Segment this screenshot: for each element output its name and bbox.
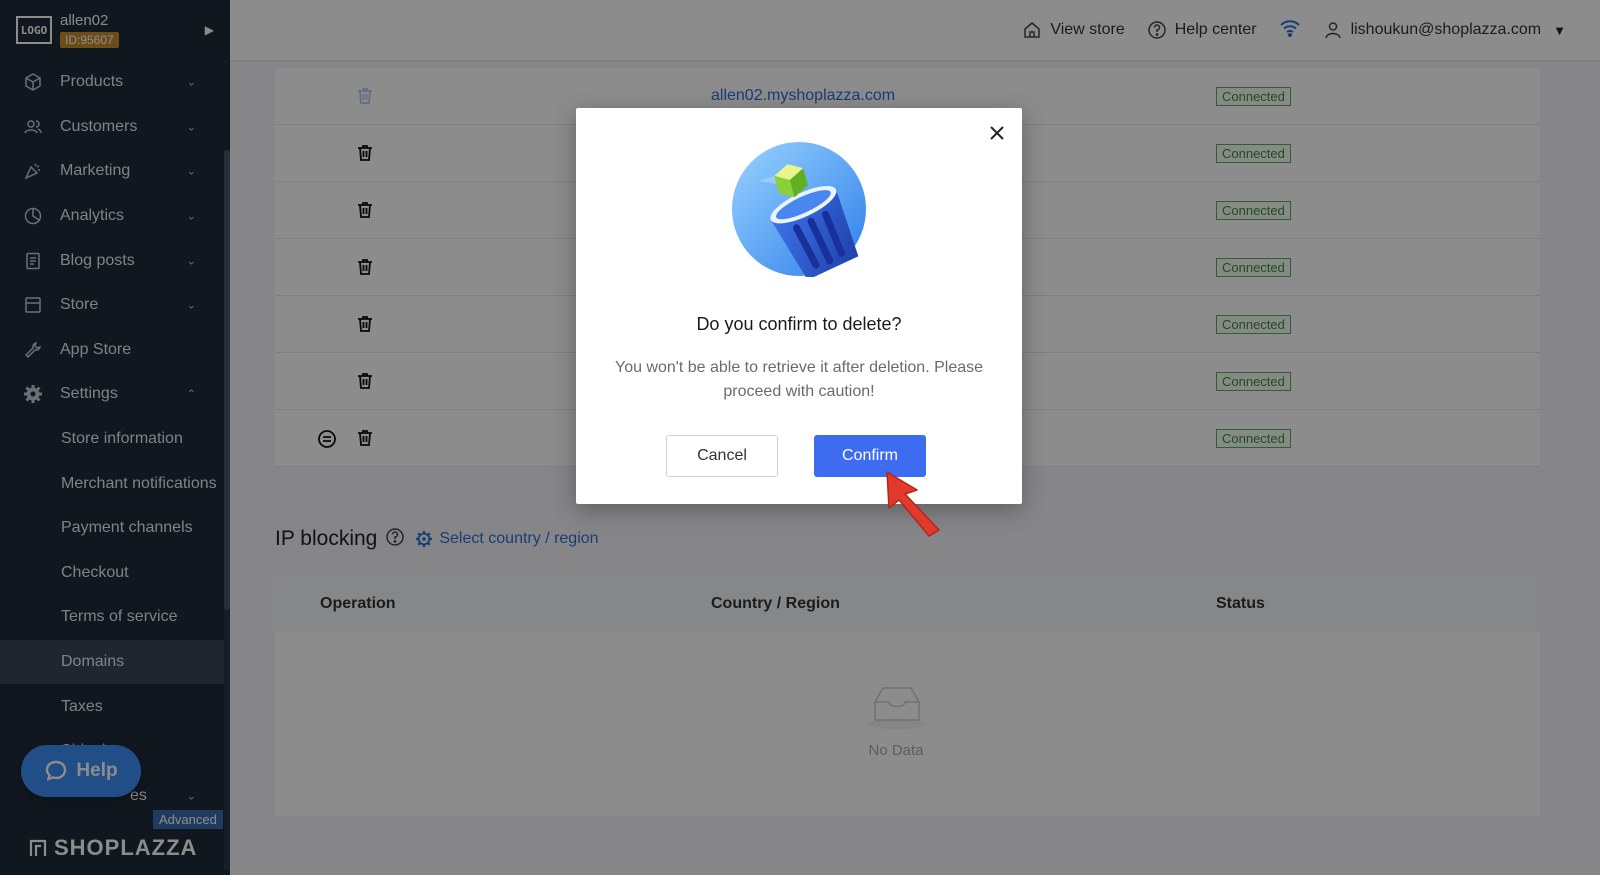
dialog-message: You won't be able to retrieve it after d… (614, 359, 984, 400)
close-icon[interactable] (988, 124, 1006, 147)
delete-confirm-dialog: Do you confirm to delete? You won't be a… (576, 108, 1022, 504)
annotation-arrow-icon (883, 470, 953, 545)
cancel-button[interactable]: Cancel (666, 435, 778, 477)
trash-bin-illustration (731, 141, 867, 282)
dialog-title: Do you confirm to delete? (696, 314, 902, 334)
